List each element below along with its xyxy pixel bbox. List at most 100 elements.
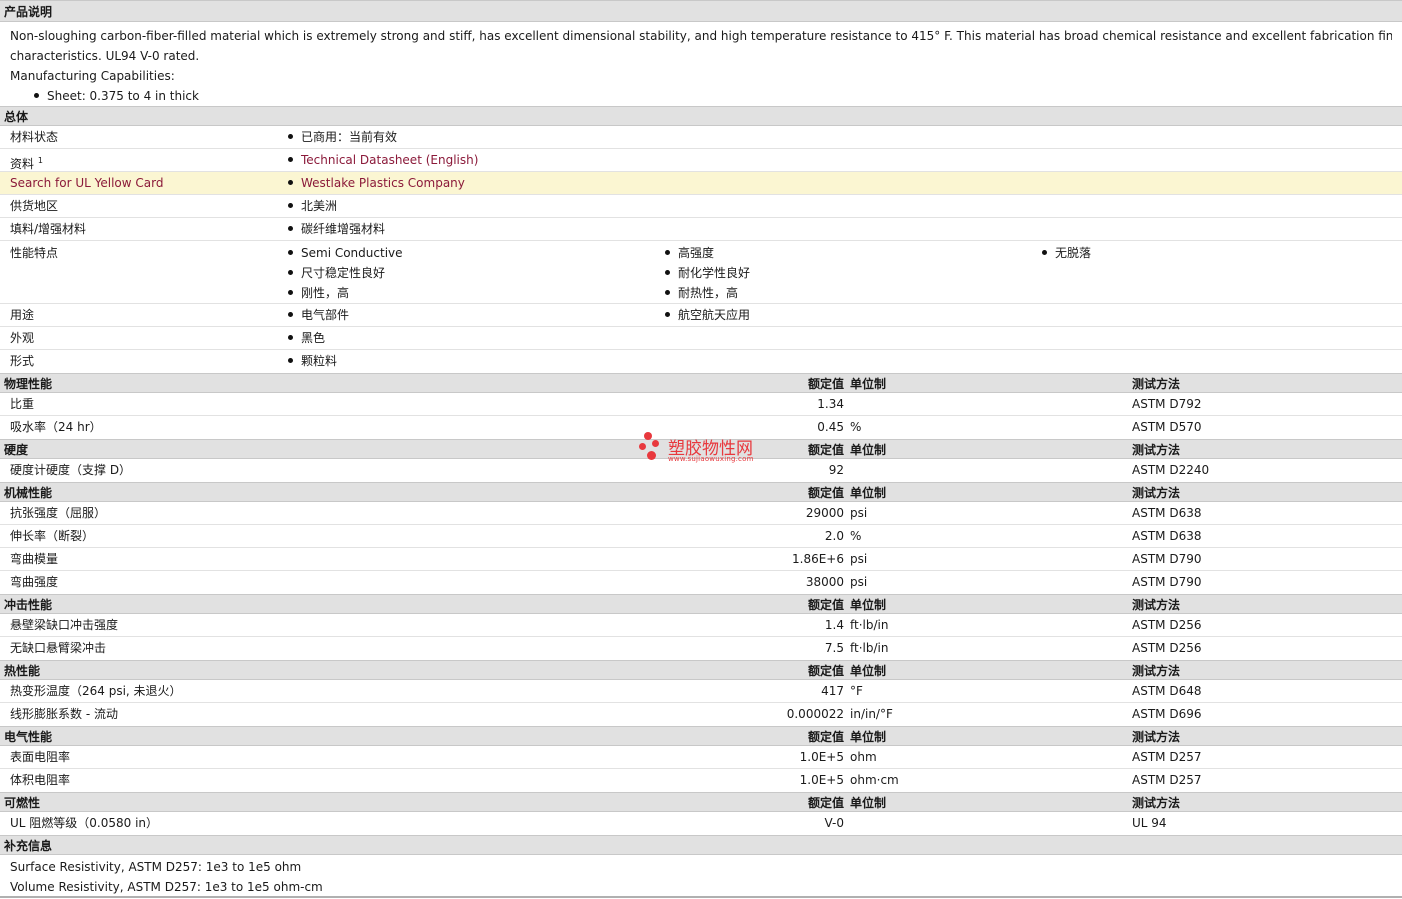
section-header-supplement: 补充信息 xyxy=(0,835,1402,855)
row-unit: ohm·cm xyxy=(850,773,899,787)
footnote-marker: 1 xyxy=(37,156,43,165)
header-unit: 单位制 xyxy=(850,730,887,744)
use-item: 电气部件 xyxy=(301,308,350,322)
table-row: 悬壁梁缺口冲击强度 1.4 ft·lb/in ASTM D256 xyxy=(0,614,1402,637)
bullet-icon xyxy=(288,157,293,162)
property-row: 形式 颗粒料 xyxy=(0,350,1402,373)
section-title: 总体 xyxy=(4,110,29,124)
row-unit: ft·lb/in xyxy=(850,641,889,655)
table-row: 比重 1.34 ASTM D792 xyxy=(0,393,1402,416)
row-value: 417 xyxy=(821,684,844,698)
row-label: 外观 xyxy=(10,331,35,345)
property-row: 材料状态 已商用：当前有效 xyxy=(0,126,1402,149)
section-title: 电气性能 xyxy=(4,730,53,744)
row-value: 北美洲 xyxy=(301,199,338,213)
row-test-method: ASTM D257 xyxy=(1132,750,1202,764)
header-test: 测试方法 xyxy=(1132,443,1181,457)
datasheet-link[interactable]: Technical Datasheet (English) xyxy=(301,153,478,167)
row-unit: in/in/°F xyxy=(850,707,893,721)
row-label: 伸长率（断裂） xyxy=(10,529,95,543)
property-row-highlight: Search for UL Yellow Card Westlake Plast… xyxy=(0,172,1402,195)
table-row: 弯曲强度 38000 psi ASTM D790 xyxy=(0,571,1402,594)
section-header-flammability: 可燃性 额定值 单位制 测试方法 xyxy=(0,792,1402,812)
logo-dot-icon xyxy=(644,432,652,440)
row-value: 29000 xyxy=(805,506,844,520)
table-row: 表面电阻率 1.0E+5 ohm ASTM D257 xyxy=(0,746,1402,769)
row-value: 0.45 xyxy=(817,420,844,434)
capabilities-label: Manufacturing Capabilities: xyxy=(10,69,175,83)
feature-item: 耐化学性良好 xyxy=(678,266,751,280)
features-row: 性能特点 Semi Conductive 高强度 无脱落 尺寸稳定性良好 耐化学… xyxy=(0,241,1402,304)
row-value: 黑色 xyxy=(301,331,326,345)
header-test: 测试方法 xyxy=(1132,796,1181,810)
row-value: 1.86E+6 xyxy=(792,552,844,566)
row-test-method: ASTM D648 xyxy=(1132,684,1202,698)
description-block: Non-sloughing carbon-fiber-filled materi… xyxy=(0,22,1402,106)
property-row: 资料 1 Technical Datasheet (English) xyxy=(0,149,1402,172)
feature-item: Semi Conductive xyxy=(301,246,403,260)
bullet-icon xyxy=(665,290,670,295)
row-value: 1.0E+5 xyxy=(799,750,844,764)
header-value: 额定值 xyxy=(807,486,844,500)
row-label: 热变形温度（264 psi, 未退火） xyxy=(10,684,182,698)
row-label: 悬壁梁缺口冲击强度 xyxy=(10,618,119,632)
watermark-logo: 塑胶物性网 www.sujiaowuxing.com xyxy=(638,432,768,466)
row-value: 1.0E+5 xyxy=(799,773,844,787)
section-header-impact: 冲击性能 额定值 单位制 测试方法 xyxy=(0,594,1402,614)
row-test-method: ASTM D790 xyxy=(1132,552,1202,566)
row-unit: ohm xyxy=(850,750,877,764)
row-unit: psi xyxy=(850,552,868,566)
row-label: 硬度计硬度（支撑 D） xyxy=(10,463,132,477)
row-test-method: ASTM D638 xyxy=(1132,529,1202,543)
row-test-method: ASTM D696 xyxy=(1132,707,1202,721)
row-label: 材料状态 xyxy=(10,130,59,144)
property-row: 填料/增强材料 碳纤维增强材料 xyxy=(0,218,1402,241)
row-label: 比重 xyxy=(10,397,35,411)
bullet-icon xyxy=(288,335,293,340)
feature-item: 高强度 xyxy=(678,246,715,260)
header-value: 额定值 xyxy=(807,598,844,612)
row-test-method: ASTM D570 xyxy=(1132,420,1202,434)
row-value: 7.5 xyxy=(824,641,844,655)
supplement-block: Surface Resistivity, ASTM D257: 1e3 to 1… xyxy=(0,855,1402,899)
row-unit: °F xyxy=(850,684,863,698)
feature-item: 耐热性，高 xyxy=(678,286,739,300)
bullet-icon xyxy=(288,180,293,185)
row-unit: % xyxy=(850,529,862,543)
table-row: 弯曲模量 1.86E+6 psi ASTM D790 xyxy=(0,548,1402,571)
section-title: 硬度 xyxy=(4,443,29,457)
row-test-method: ASTM D638 xyxy=(1132,506,1202,520)
row-label: 用途 xyxy=(10,308,35,322)
property-row: 供货地区 北美洲 xyxy=(0,195,1402,218)
bullet-icon xyxy=(288,312,293,317)
ul-yellow-card-link[interactable]: Search for UL Yellow Card xyxy=(10,172,163,195)
header-value: 额定值 xyxy=(807,796,844,810)
header-unit: 单位制 xyxy=(850,443,887,457)
row-value: 38000 xyxy=(805,575,844,589)
row-test-method: ASTM D257 xyxy=(1132,773,1202,787)
row-label: 形式 xyxy=(10,354,35,368)
feature-item: 无脱落 xyxy=(1055,246,1092,260)
section-title: 补充信息 xyxy=(4,839,53,853)
row-label: 资料 xyxy=(10,157,35,171)
row-label: 无缺口悬臂梁冲击 xyxy=(10,641,107,655)
table-row: 伸长率（断裂） 2.0% ASTM D638 xyxy=(0,525,1402,548)
bullet-icon xyxy=(288,250,293,255)
logo-dot-icon xyxy=(639,443,646,450)
row-value: 碳纤维增强材料 xyxy=(301,222,386,236)
company-link[interactable]: Westlake Plastics Company xyxy=(301,176,465,190)
header-value: 额定值 xyxy=(807,730,844,744)
row-label: 供货地区 xyxy=(10,199,59,213)
row-value: 颗粒料 xyxy=(301,354,338,368)
row-test-method: ASTM D792 xyxy=(1132,397,1202,411)
section-title: 机械性能 xyxy=(4,486,53,500)
supplement-line: Volume Resistivity, ASTM D257: 1e3 to 1e… xyxy=(10,880,323,894)
row-test-method: UL 94 xyxy=(1132,816,1167,830)
row-test-method: ASTM D256 xyxy=(1132,641,1202,655)
table-row: 抗张强度（屈服） 29000 psi ASTM D638 xyxy=(0,502,1402,525)
bullet-icon xyxy=(288,270,293,275)
header-test: 测试方法 xyxy=(1132,377,1181,391)
section-title: 物理性能 xyxy=(4,377,53,391)
bullet-icon xyxy=(288,226,293,231)
row-label: UL 阻燃等级（0.0580 in） xyxy=(10,816,159,830)
